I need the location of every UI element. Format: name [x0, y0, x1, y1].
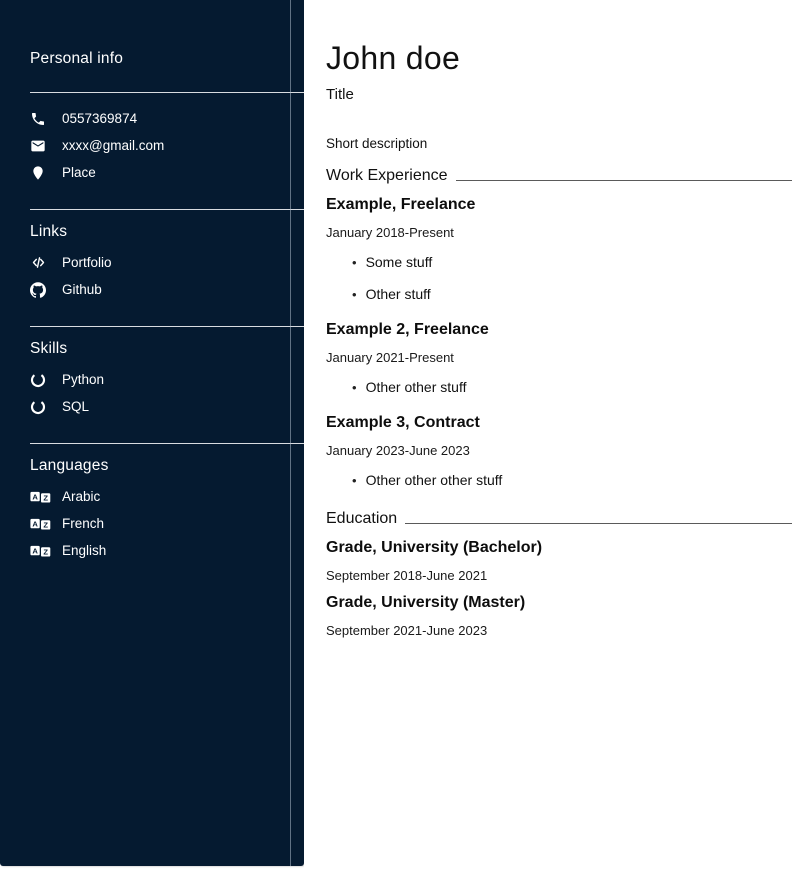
language-icon: AZ [30, 543, 62, 559]
code-icon [30, 255, 62, 270]
entry-dates: January 2018-Present [326, 225, 792, 240]
sidebar-item-language-english: AZ English [30, 537, 304, 564]
bullet-item: Other stuff [352, 278, 792, 310]
entry-title: Example, Freelance [326, 196, 792, 214]
skills-list: Python SQL [30, 366, 304, 420]
svg-text:A: A [32, 519, 38, 528]
entry-title: Example 3, Contract [326, 414, 792, 432]
svg-text:Z: Z [43, 547, 48, 556]
sidebar-item-phone: 0557369874 [30, 105, 304, 132]
short-description: Short description [326, 136, 792, 151]
entry-title: Grade, University (Bachelor) [326, 539, 792, 557]
sidebar: Personal info 0557369874 xxxx@gmail.com … [0, 0, 304, 866]
sidebar-item-email: xxxx@gmail.com [30, 132, 304, 159]
sidebar-section-title-links: Links [30, 223, 304, 241]
sidebar-divider [30, 92, 304, 93]
language-icon: AZ [30, 489, 62, 505]
place-label: Place [62, 165, 96, 180]
email-address: xxxx@gmail.com [62, 138, 164, 153]
envelope-icon [30, 138, 62, 154]
sidebar-item-portfolio[interactable]: Portfolio [30, 249, 304, 276]
entry-dates: September 2018-June 2021 [326, 568, 792, 583]
section-header-line [405, 523, 792, 524]
circle-notch-icon [30, 372, 62, 388]
bullet-item: Some stuff [352, 246, 792, 278]
github-link[interactable]: Github [62, 282, 102, 297]
entry-bullet-list: Other other other stuff [326, 464, 792, 496]
personal-info-list: 0557369874 xxxx@gmail.com Place [30, 105, 304, 186]
skill-label: SQL [62, 399, 89, 414]
name-heading: John doe [326, 40, 792, 77]
sidebar-item-place: Place [30, 159, 304, 186]
main-content: John doe Title Short description Work Ex… [304, 0, 794, 869]
sidebar-edge-line [290, 0, 291, 866]
language-icon: AZ [30, 516, 62, 532]
github-icon [30, 282, 62, 298]
section-header-work-experience: Work Experience [326, 167, 792, 185]
languages-list: AZ Arabic AZ French AZ English [30, 483, 304, 564]
sidebar-divider [30, 209, 304, 210]
section-heading-label: Education [326, 510, 397, 528]
sidebar-item-skill-sql: SQL [30, 393, 304, 420]
entry-title: Example 2, Freelance [326, 321, 792, 339]
phone-icon [30, 111, 62, 127]
sidebar-section-title-skills: Skills [30, 340, 304, 358]
work-entry: Example, Freelance January 2018-Present … [326, 196, 792, 310]
bullet-item: Other other stuff [352, 371, 792, 403]
work-entry: Example 3, Contract January 2023-June 20… [326, 414, 792, 496]
section-header-education: Education [326, 510, 792, 528]
svg-text:Z: Z [43, 520, 48, 529]
sidebar-item-github[interactable]: Github [30, 276, 304, 303]
section-heading-label: Work Experience [326, 167, 448, 185]
work-entry: Example 2, Freelance January 2021-Presen… [326, 321, 792, 403]
entry-bullet-list: Some stuff Other stuff [326, 246, 792, 310]
sidebar-item-skill-python: Python [30, 366, 304, 393]
svg-text:Z: Z [43, 493, 48, 502]
svg-text:A: A [32, 546, 38, 555]
links-list: Portfolio Github [30, 249, 304, 303]
entry-dates: January 2021-Present [326, 350, 792, 365]
sidebar-divider [30, 443, 304, 444]
sidebar-divider [30, 326, 304, 327]
phone-number: 0557369874 [62, 111, 137, 126]
sidebar-section-title-personal-info: Personal info [30, 50, 304, 68]
entry-bullet-list: Other other stuff [326, 371, 792, 403]
language-label: Arabic [62, 489, 100, 504]
language-label: English [62, 543, 106, 558]
circle-notch-icon [30, 399, 62, 415]
education-entry: Grade, University (Bachelor) September 2… [326, 539, 792, 583]
entry-title: Grade, University (Master) [326, 594, 792, 612]
resume-page: Personal info 0557369874 xxxx@gmail.com … [0, 0, 794, 869]
language-label: French [62, 516, 104, 531]
bullet-item: Other other other stuff [352, 464, 792, 496]
portfolio-link[interactable]: Portfolio [62, 255, 112, 270]
job-title: Title [326, 86, 792, 103]
svg-text:A: A [32, 492, 38, 501]
sidebar-item-language-arabic: AZ Arabic [30, 483, 304, 510]
education-entry: Grade, University (Master) September 202… [326, 594, 792, 638]
skill-label: Python [62, 372, 104, 387]
section-header-line [456, 180, 792, 181]
sidebar-item-language-french: AZ French [30, 510, 304, 537]
sidebar-section-title-languages: Languages [30, 457, 304, 475]
location-pin-icon [30, 165, 62, 181]
entry-dates: January 2023-June 2023 [326, 443, 792, 458]
entry-dates: September 2021-June 2023 [326, 623, 792, 638]
